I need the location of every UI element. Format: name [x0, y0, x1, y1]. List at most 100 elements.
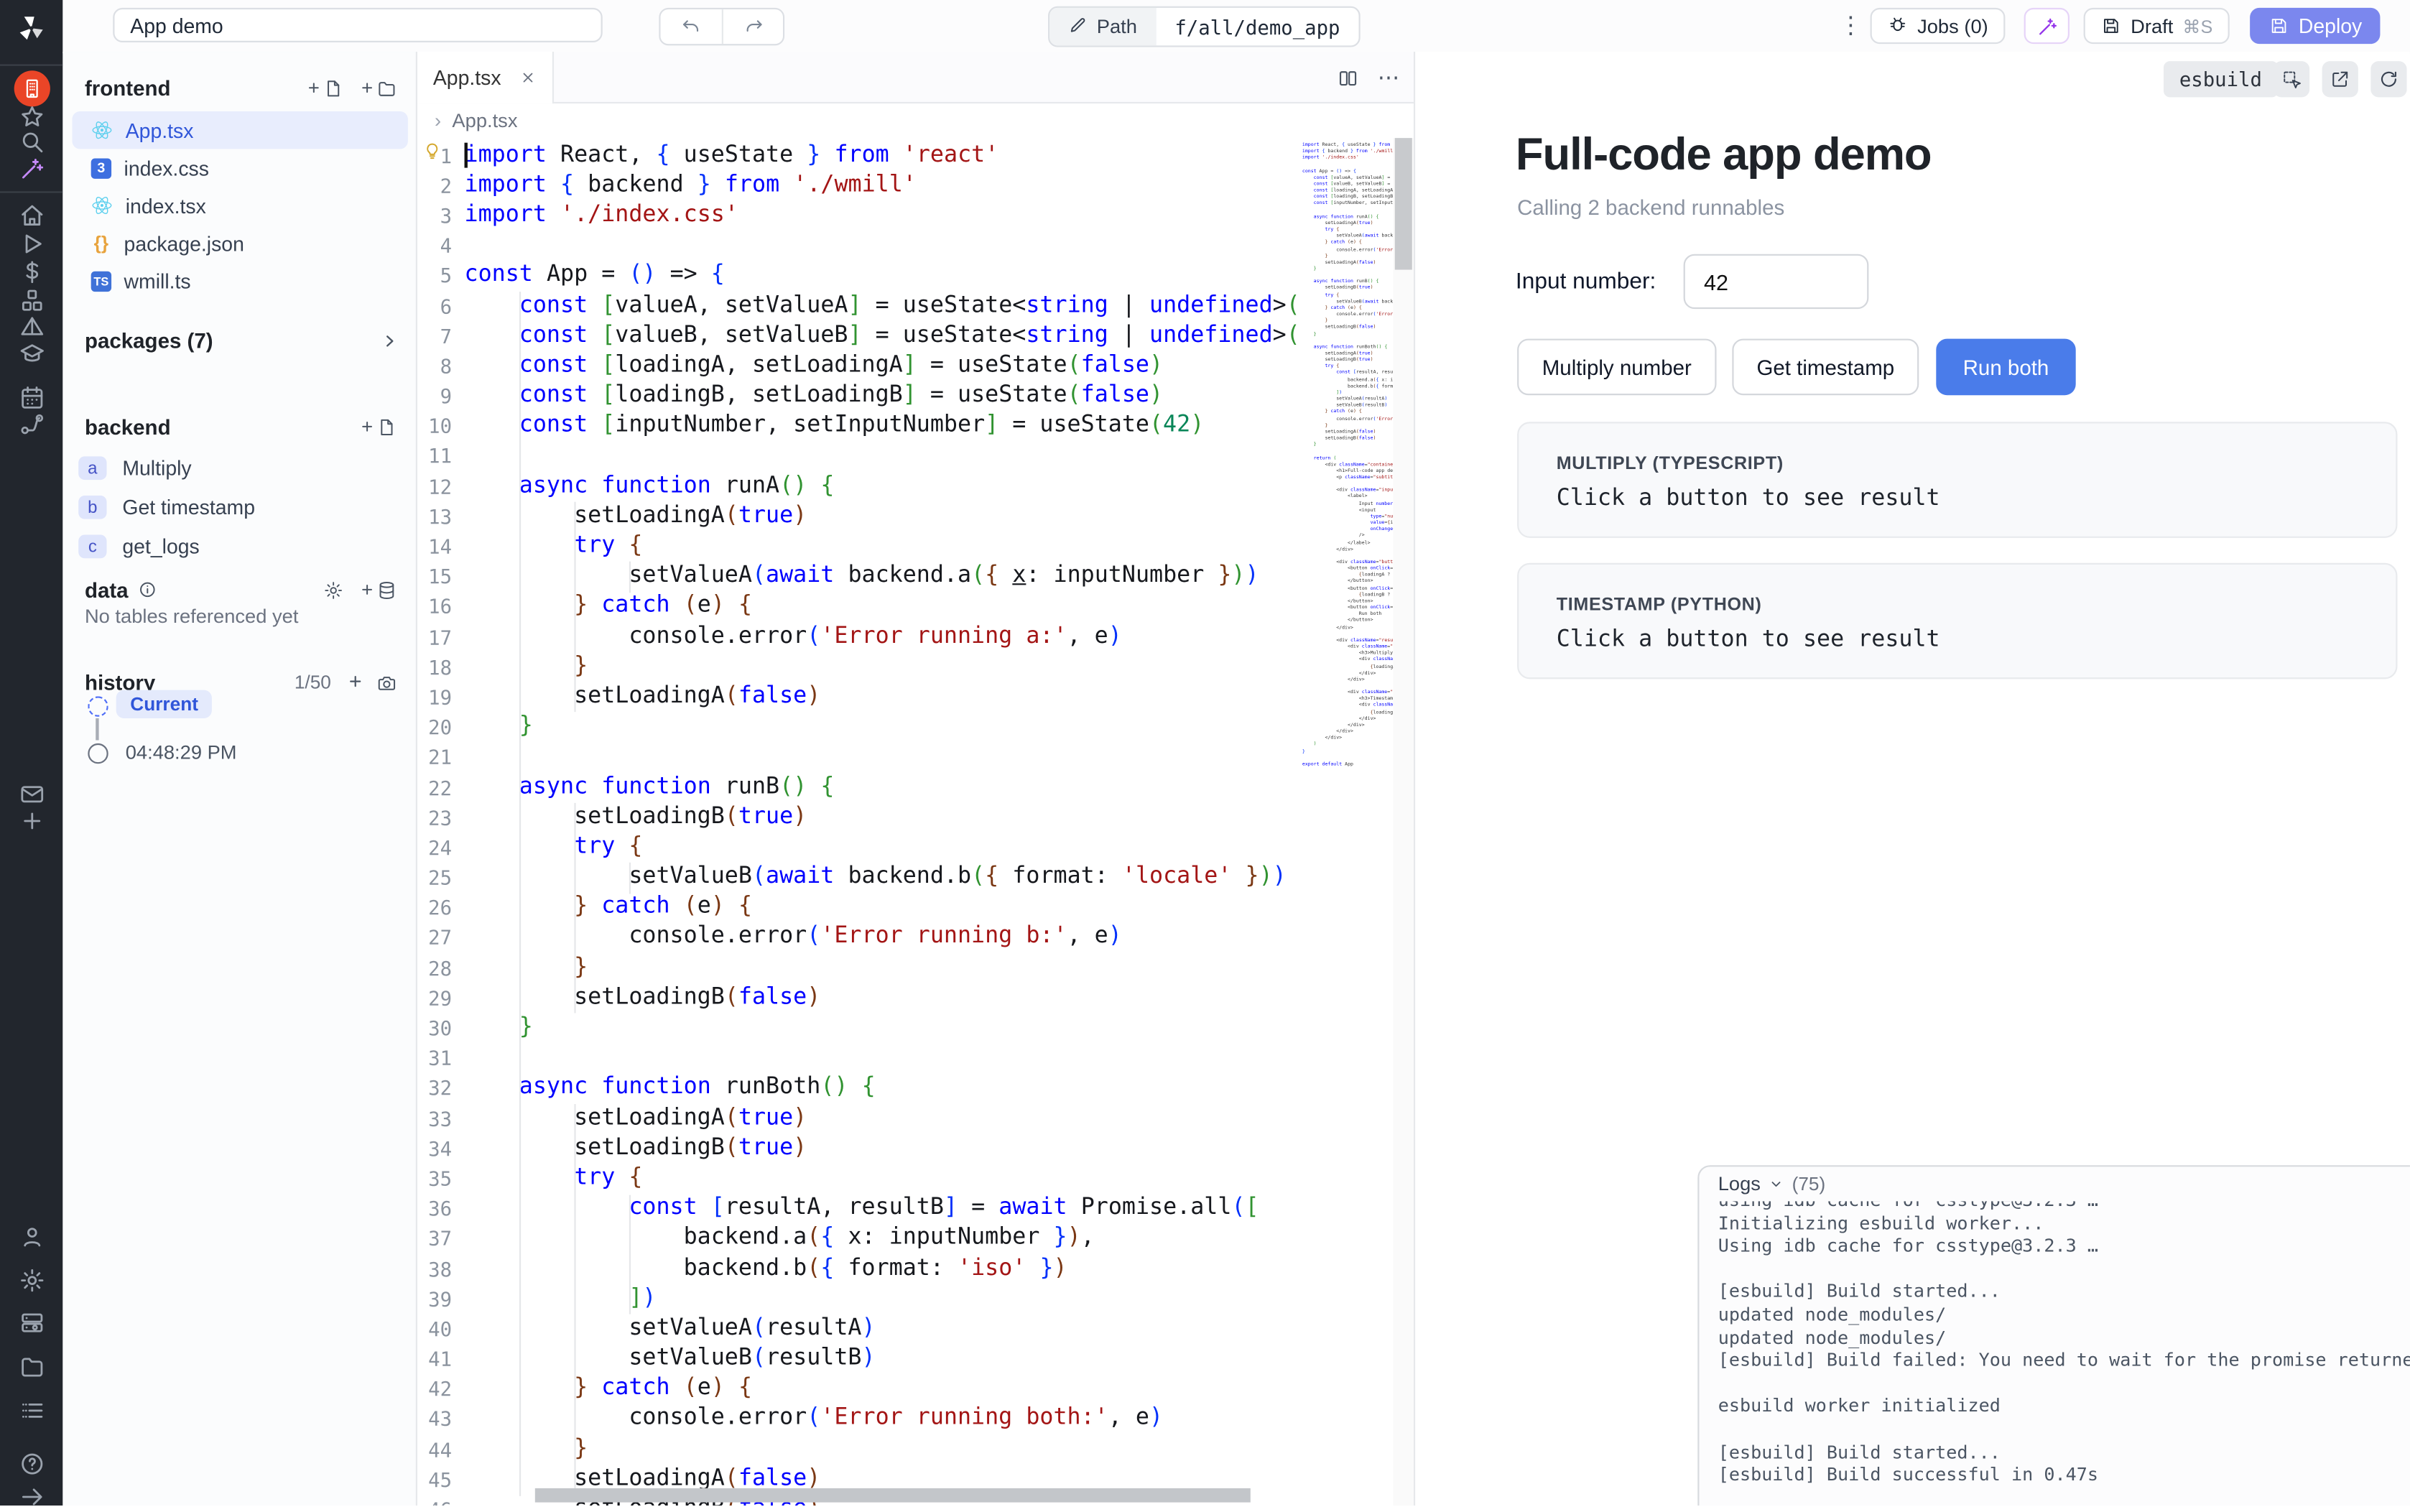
code-line-2[interactable]: 2import { backend } from './wmill' [417, 171, 1297, 201]
tab-app-tsx[interactable]: App.tsx [417, 52, 554, 103]
code-line-40[interactable]: 40 setValueA(resultA) [417, 1314, 1297, 1344]
code-line-5[interactable]: 5const App = () => { [417, 261, 1297, 291]
redo-button[interactable] [722, 9, 783, 44]
code-line-39[interactable]: 39 ]) [417, 1284, 1297, 1314]
code-line-42[interactable]: 42 } catch (e) { [417, 1374, 1297, 1404]
list-icon[interactable] [0, 1394, 62, 1426]
wand-icon[interactable] [0, 152, 62, 184]
ai-wand-button[interactable] [2024, 8, 2070, 44]
add-table-button[interactable] [359, 580, 397, 600]
windmill-logo[interactable] [0, 9, 62, 47]
inspect-button[interactable] [2274, 61, 2309, 97]
code-line-27[interactable]: 27 console.error('Error running b:', e) [417, 923, 1297, 953]
history-current-badge[interactable]: Current [116, 690, 213, 718]
person-icon[interactable] [0, 1220, 62, 1252]
multiply-number-button[interactable]: Multiply number [1517, 339, 1716, 396]
code-line-36[interactable]: 36 const [resultA, resultB] = await Prom… [417, 1194, 1297, 1224]
data-settings-gear-icon[interactable] [323, 580, 343, 600]
close-tab-icon[interactable] [519, 69, 537, 86]
undo-button[interactable] [661, 9, 722, 44]
camera-snapshot-icon[interactable] [376, 672, 397, 692]
packages-row[interactable]: packages (7) [85, 323, 400, 358]
worker-icon[interactable] [0, 1307, 62, 1338]
code-line-33[interactable]: 33 setLoadingA(true) [417, 1103, 1297, 1133]
code-line-37[interactable]: 37 backend.a({ x: inputNumber }), [417, 1224, 1297, 1254]
code-line-4[interactable]: 4 [417, 231, 1297, 261]
code-line-30[interactable]: 30 } [417, 1013, 1297, 1043]
logs-output[interactable]: using idb cache for csstype@3.2.3 … Init… [1718, 1189, 2410, 1506]
code-line-38[interactable]: 38 backend.b({ format: 'iso' }) [417, 1254, 1297, 1284]
draft-button[interactable]: Draft⌘S [2084, 8, 2230, 44]
runnable-item-b[interactable]: bGet timestamp [78, 488, 402, 527]
code-line-22[interactable]: 22 async function runB() { [417, 772, 1297, 802]
code-line-21[interactable]: 21 [417, 742, 1297, 772]
code-line-9[interactable]: 9 const [loadingB, setLoadingB] = useSta… [417, 381, 1297, 412]
code-line-41[interactable]: 41 setValueB(resultB) [417, 1344, 1297, 1374]
plus-icon[interactable] [347, 672, 364, 692]
file-item-index-css[interactable]: 3index.css [72, 149, 407, 186]
editor-vertical-scrollbar[interactable] [1394, 138, 1414, 1506]
code-line-29[interactable]: 29 setLoadingB(false) [417, 983, 1297, 1014]
play-icon[interactable] [0, 228, 62, 259]
minimap[interactable]: import React, { useState } from 'react' … [1297, 138, 1393, 1506]
path-button[interactable]: Path f/all/demo_app [1048, 6, 1361, 47]
editor-more-menu-icon[interactable]: ⋯ [1378, 65, 1401, 91]
code-line-15[interactable]: 15 setValueA(await backend.a({ x: inputN… [417, 562, 1297, 592]
code-line-7[interactable]: 7 const [valueB, setValueB] = useState<s… [417, 321, 1297, 351]
file-item-package-json[interactable]: {}package.json [72, 224, 407, 261]
code-line-19[interactable]: 19 setLoadingA(false) [417, 682, 1297, 713]
file-item-app-tsx[interactable]: App.tsx [72, 111, 407, 149]
file-item-index-tsx[interactable]: index.tsx [72, 187, 407, 224]
runnable-item-c[interactable]: cget_logs [78, 527, 402, 567]
runnable-item-a[interactable]: aMultiply [78, 448, 402, 488]
code-line-43[interactable]: 43 console.error('Error running both:', … [417, 1404, 1297, 1434]
open-external-button[interactable] [2322, 61, 2358, 97]
code-line-20[interactable]: 20 } [417, 713, 1297, 743]
code-line-12[interactable]: 12 async function runA() { [417, 471, 1297, 501]
logs-header[interactable]: Logs (75) [1699, 1167, 2409, 1201]
code-line-32[interactable]: 32 async function runBoth() { [417, 1073, 1297, 1103]
code-line-1[interactable]: 1import React, { useState } from 'react' [417, 141, 1297, 171]
code-line-35[interactable]: 35 try { [417, 1164, 1297, 1194]
add-file-button[interactable] [306, 78, 343, 98]
code-line-13[interactable]: 13 setLoadingA(true) [417, 501, 1297, 532]
code-line-3[interactable]: 3import './index.css' [417, 200, 1297, 231]
overflow-menu-icon[interactable]: ⋮ [1839, 11, 1863, 39]
cap-icon[interactable] [0, 337, 62, 368]
route-icon[interactable] [0, 408, 62, 440]
code-line-14[interactable]: 14 try { [417, 532, 1297, 562]
info-icon[interactable] [138, 580, 157, 599]
jobs-button[interactable]: Jobs (0) [1871, 8, 2006, 44]
code-line-23[interactable]: 23 setLoadingB(true) [417, 802, 1297, 832]
file-item-wmill-ts[interactable]: TSwmill.ts [72, 262, 407, 300]
get-timestamp-button[interactable]: Get timestamp [1732, 339, 1919, 396]
lightbulb-icon[interactable] [422, 141, 442, 169]
editor-horizontal-scrollbar[interactable] [535, 1488, 1251, 1503]
add-folder-button[interactable] [359, 78, 397, 98]
code-line-44[interactable]: 44 } [417, 1434, 1297, 1465]
help-icon[interactable] [0, 1447, 62, 1479]
history-timestamp[interactable]: 04:48:29 PM [126, 742, 237, 764]
deploy-button[interactable]: Deploy [2250, 8, 2381, 44]
code-line-17[interactable]: 17 console.error('Error running a:', e) [417, 622, 1297, 652]
add-runnable-button[interactable] [359, 417, 397, 437]
gear-icon[interactable] [0, 1264, 62, 1296]
split-editor-icon[interactable] [1337, 67, 1359, 89]
code-line-24[interactable]: 24 try { [417, 832, 1297, 863]
code-line-25[interactable]: 25 setValueB(await backend.b({ format: '… [417, 863, 1297, 893]
code-line-31[interactable]: 31 [417, 1043, 1297, 1073]
refresh-button[interactable] [2370, 61, 2406, 97]
home-icon[interactable] [0, 199, 62, 231]
code-line-18[interactable]: 18 } [417, 652, 1297, 682]
input-number-field[interactable] [1684, 254, 1869, 309]
code-line-28[interactable]: 28 } [417, 953, 1297, 983]
code-line-10[interactable]: 10 const [inputNumber, setInputNumber] =… [417, 412, 1297, 442]
run-both-button[interactable]: Run both [1936, 339, 2075, 396]
app-name-input[interactable] [113, 8, 602, 42]
plus-icon[interactable] [0, 804, 62, 836]
code-view[interactable]: 1import React, { useState } from 'react'… [417, 138, 1297, 1506]
code-line-26[interactable]: 26 } catch (e) { [417, 893, 1297, 923]
arrow-right-icon[interactable] [0, 1480, 62, 1512]
code-line-16[interactable]: 16 } catch (e) { [417, 592, 1297, 622]
folder-icon[interactable] [0, 1350, 62, 1382]
